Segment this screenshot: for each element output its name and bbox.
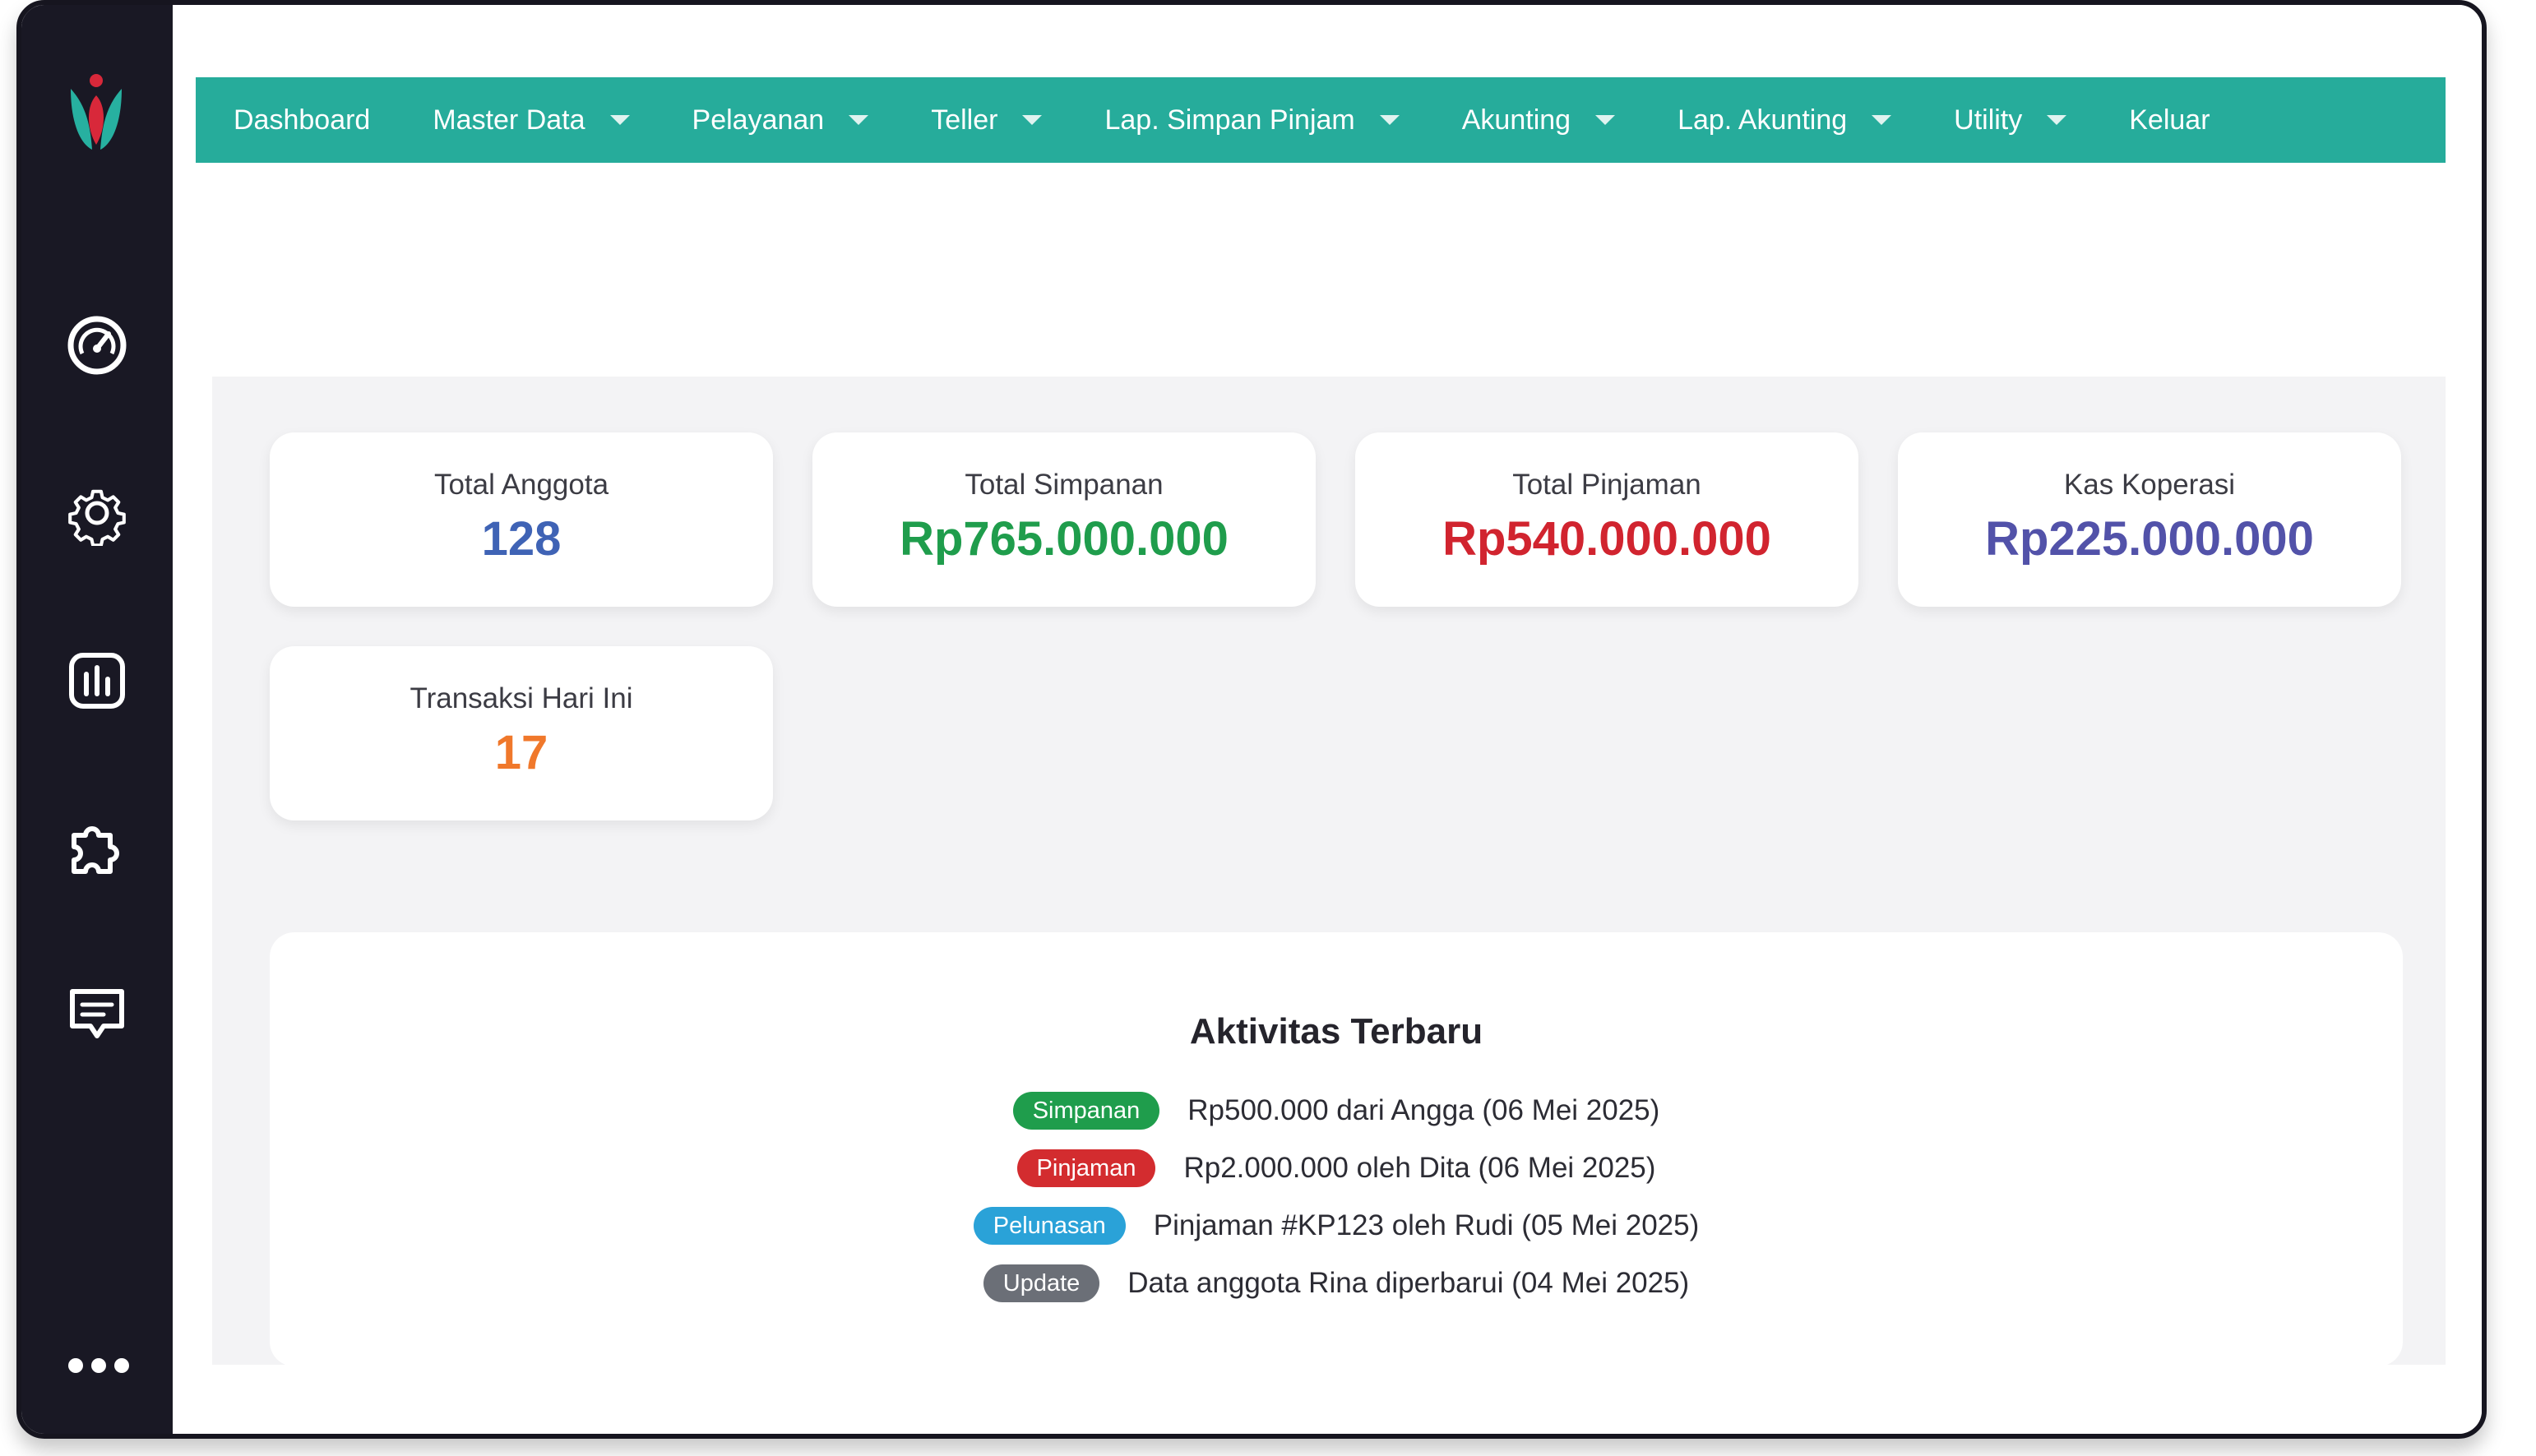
nav-master-data-label: Master Data (433, 104, 585, 136)
stat-value: Rp225.000.000 (1985, 512, 2314, 566)
app-logo[interactable] (66, 71, 127, 153)
status-badge: Pelunasan (973, 1207, 1126, 1245)
stat-value: 128 (481, 512, 562, 566)
app-window: Dashboard Master Data Pelayanan Teller L… (16, 0, 2487, 1439)
nav-dashboard-label: Dashboard (234, 104, 371, 136)
stat-label: Total Pinjaman (1512, 469, 1701, 501)
recent-activity-card: Aktivitas Terbaru Simpanan Rp500.000 dar… (270, 932, 2403, 1366)
activity-title: Aktivitas Terbaru (1189, 1011, 1483, 1052)
nav-keluar-label: Keluar (2129, 104, 2210, 136)
nav-master-data[interactable]: Master Data (433, 77, 630, 163)
stat-value: 17 (494, 726, 548, 779)
nav-pelayanan[interactable]: Pelayanan (692, 77, 869, 163)
nav-akunting[interactable]: Akunting (1461, 77, 1616, 163)
stat-label: Total Anggota (433, 469, 609, 501)
stat-value: Rp765.000.000 (900, 512, 1229, 566)
more-dots-icon[interactable] (66, 1353, 132, 1378)
nav-pelayanan-label: Pelayanan (692, 104, 825, 136)
stat-card-kas-koperasi: Kas Koperasi Rp225.000.000 (1898, 432, 2401, 607)
nav-utility-label: Utility (1954, 104, 2023, 136)
chat-message-icon[interactable] (64, 982, 130, 1047)
activity-text: Data anggota Rina diperbarui (04 Mei 202… (1127, 1267, 1690, 1299)
nav-dashboard[interactable]: Dashboard (234, 77, 370, 163)
stat-card-transaksi-hari-ini: Transaksi Hari Ini 17 (270, 646, 773, 820)
dashboard-gauge-icon[interactable] (64, 312, 130, 378)
nav-utility[interactable]: Utility (1954, 77, 2067, 163)
chevron-down-icon (849, 115, 869, 125)
nav-lap-simpan-pinjam[interactable]: Lap. Simpan Pinjam (1104, 77, 1400, 163)
chevron-down-icon (1872, 115, 1892, 125)
chevron-down-icon (1595, 115, 1616, 125)
status-badge: Update (983, 1264, 1100, 1302)
chart-icon[interactable] (64, 648, 130, 714)
stat-label: Kas Koperasi (2063, 469, 2236, 501)
stat-label: Total Simpanan (965, 469, 1164, 501)
activity-text: Pinjaman #KP123 oleh Rudi (05 Mei 2025) (1153, 1209, 1700, 1241)
chevron-down-icon (2047, 115, 2067, 125)
chevron-down-icon (1022, 115, 1043, 125)
nav-akunting-label: Akunting (1461, 104, 1571, 136)
status-badge: Pinjaman (1016, 1149, 1156, 1187)
puzzle-plugin-icon[interactable] (64, 816, 130, 881)
activity-item: Pinjaman Rp2.000.000 oleh Dita (06 Mei 2… (270, 1146, 2403, 1190)
activity-item: Update Data anggota Rina diperbarui (04 … (270, 1261, 2403, 1306)
activity-text: Rp2.000.000 oleh Dita (06 Mei 2025) (1183, 1152, 1656, 1184)
activity-item: Simpanan Rp500.000 dari Angga (06 Mei 20… (270, 1089, 2403, 1133)
nav-teller-label: Teller (931, 104, 998, 136)
chevron-down-icon (1379, 115, 1400, 125)
nav-keluar[interactable]: Keluar (2129, 77, 2210, 163)
nav-lap-akunting-label: Lap. Akunting (1678, 104, 1848, 136)
activity-text: Rp500.000 dari Angga (06 Mei 2025) (1187, 1094, 1660, 1126)
chevron-down-icon (609, 115, 630, 125)
nav-teller[interactable]: Teller (931, 77, 1043, 163)
activity-item: Pelunasan Pinjaman #KP123 oleh Rudi (05 … (270, 1204, 2403, 1248)
status-badge: Simpanan (1012, 1092, 1160, 1130)
stat-card-total-anggota: Total Anggota 128 (270, 432, 773, 607)
top-navbar: Dashboard Master Data Pelayanan Teller L… (196, 77, 2446, 163)
stat-card-total-simpanan: Total Simpanan Rp765.000.000 (812, 432, 1316, 607)
stat-value: Rp540.000.000 (1442, 512, 1771, 566)
stat-card-total-pinjaman: Total Pinjaman Rp540.000.000 (1355, 432, 1858, 607)
settings-gear-icon[interactable] (64, 480, 130, 546)
main-content: Dashboard Master Data Pelayanan Teller L… (173, 5, 2482, 1434)
sidebar (21, 5, 173, 1434)
nav-lap-akunting[interactable]: Lap. Akunting (1678, 77, 1892, 163)
stat-label: Transaksi Hari Ini (410, 682, 633, 714)
nav-lap-simpan-pinjam-label: Lap. Simpan Pinjam (1104, 104, 1355, 136)
